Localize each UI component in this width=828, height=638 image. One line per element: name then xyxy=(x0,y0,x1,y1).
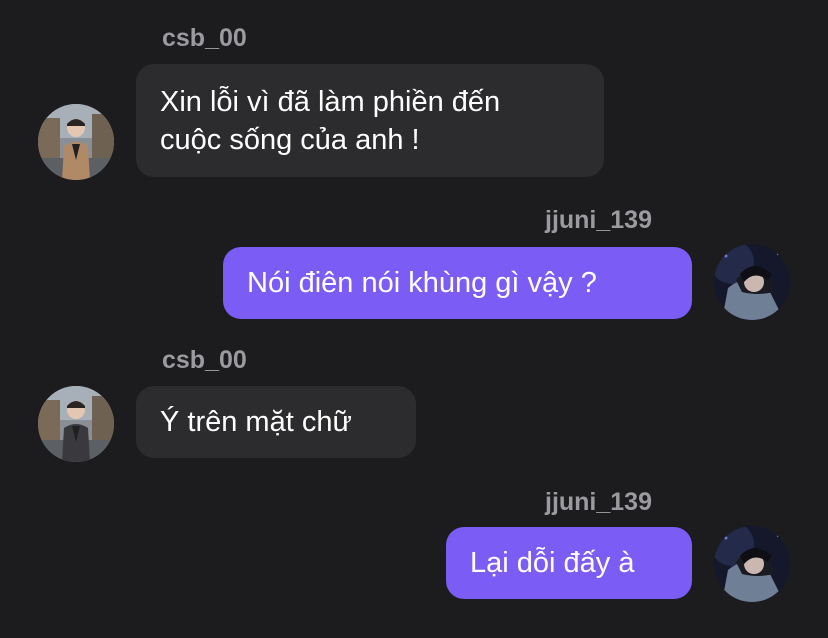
message-text: Xin lỗi vì đã làm phiền đến cuộc sống củ… xyxy=(160,86,501,156)
sender-name: jjuni_139 xyxy=(545,488,652,516)
message-bubble[interactable]: Xin lỗi vì đã làm phiền đến cuộc sống củ… xyxy=(136,64,604,177)
chat-thread: csb_00 Xin lỗi vì đã làm phiền đến cuộc … xyxy=(0,0,828,638)
message-bubble[interactable]: Nói điên nói khùng gì vậy ? xyxy=(223,247,692,319)
message-text: Lại dỗi đấy à xyxy=(470,547,635,579)
message-bubble[interactable]: Lại dỗi đấy à xyxy=(446,527,692,599)
message-bubble[interactable]: Ý trên mặt chữ xyxy=(136,386,416,458)
message-text: Ý trên mặt chữ xyxy=(160,406,352,438)
own-avatar[interactable] xyxy=(714,244,790,320)
sender-name: csb_00 xyxy=(162,24,247,52)
message-text: Nói điên nói khùng gì vậy ? xyxy=(247,267,597,299)
sender-name: jjuni_139 xyxy=(545,206,652,234)
sender-avatar[interactable] xyxy=(38,104,114,180)
sender-name: csb_00 xyxy=(162,346,247,374)
own-avatar[interactable] xyxy=(714,526,790,602)
sender-avatar[interactable] xyxy=(38,386,114,462)
